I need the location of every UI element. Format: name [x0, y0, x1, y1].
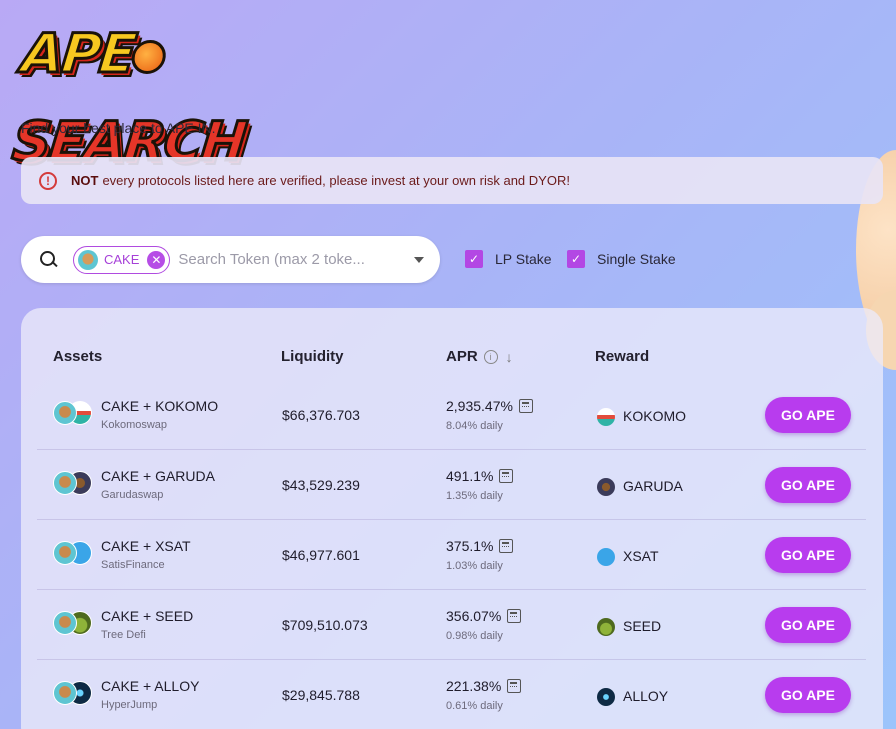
selected-token-chip[interactable]: CAKE ✕ [73, 245, 171, 274]
calculator-icon[interactable] [499, 539, 514, 553]
reward-token: SEED [623, 618, 662, 634]
warning-banner: ! NOT every protocols listed here are ve… [21, 157, 883, 204]
liquidity-value: $66,376.703 [282, 407, 360, 423]
pair-name: CAKE + ALLOY [101, 678, 200, 694]
apesearch-logo[interactable]: APESEARCH [8, 10, 326, 175]
liquidity-value: $29,845.788 [282, 687, 360, 703]
calculator-icon[interactable] [518, 399, 533, 413]
cake-token-icon [53, 541, 77, 565]
go-ape-button[interactable]: GO APE [765, 397, 851, 433]
dex-name: SatisFinance [101, 559, 165, 571]
garuda-reward-icon [597, 478, 615, 496]
pair-token-icons [53, 471, 93, 499]
pair-name: CAKE + XSAT [101, 538, 191, 554]
search-icon [39, 250, 59, 270]
calculator-icon[interactable] [507, 609, 522, 623]
daily-apr: 0.61% daily [446, 700, 503, 712]
liquidity-value: $709,510.073 [282, 617, 368, 633]
apr-value: 221.38% [446, 678, 522, 694]
logo-ball-icon [130, 40, 168, 75]
xsat-reward-icon [597, 548, 615, 566]
lp-stake-label: LP Stake [495, 251, 552, 267]
lp-stake-checkbox[interactable]: ✓ [465, 250, 483, 268]
dex-name: Tree Defi [101, 629, 146, 641]
go-ape-button[interactable]: GO APE [765, 467, 851, 503]
apr-text: 356.07% [446, 608, 502, 624]
dex-name: Kokomoswap [101, 419, 168, 431]
apr-value: 375.1% [446, 538, 514, 554]
kokomo-reward-icon [597, 408, 615, 426]
pair-token-icons [53, 541, 93, 569]
liquidity-value: $43,529.239 [282, 477, 360, 493]
calculator-icon[interactable] [507, 679, 522, 693]
cake-token-icon [53, 471, 77, 495]
apr-value: 491.1% [446, 468, 514, 484]
lp-stake-filter[interactable]: ✓ LP Stake [465, 250, 552, 268]
pair-name: CAKE + GARUDA [101, 468, 215, 484]
header-assets: Assets [53, 348, 103, 365]
header-reward: Reward [595, 348, 650, 365]
apr-text: 221.38% [446, 678, 502, 694]
reward-token: XSAT [623, 548, 659, 564]
daily-apr: 8.04% daily [446, 420, 503, 432]
header-liquidity[interactable]: Liquidity [281, 348, 344, 365]
token-search-box[interactable]: CAKE ✕ [21, 236, 440, 283]
warning-text: every protocols listed here are verified… [102, 173, 570, 188]
dex-name: HyperJump [101, 699, 158, 711]
table-row: CAKE + GARUDA Garudaswap $43,529.239 491… [37, 450, 866, 520]
single-stake-filter[interactable]: ✓ Single Stake [567, 250, 676, 268]
reward-token: KOKOMO [623, 408, 687, 424]
info-icon[interactable]: i [483, 349, 498, 364]
chip-remove-icon[interactable]: ✕ [147, 250, 166, 269]
pair-token-icons [53, 681, 93, 709]
tagline: Find your best place to APE IN. [21, 120, 216, 136]
single-stake-checkbox[interactable]: ✓ [567, 250, 585, 268]
chip-label: CAKE [104, 252, 140, 267]
alloy-reward-icon [597, 688, 615, 706]
chevron-down-icon[interactable] [414, 257, 424, 263]
apr-text: 491.1% [446, 468, 494, 484]
go-ape-button[interactable]: GO APE [765, 607, 851, 643]
alert-circle-icon: ! [39, 171, 57, 190]
table-row: CAKE + ALLOY HyperJump $29,845.788 221.3… [37, 660, 866, 729]
pair-name: CAKE + KOKOMO [101, 398, 219, 414]
header-apr[interactable]: APR i ↓ [446, 348, 513, 365]
logo-text-ape: APE [17, 21, 139, 87]
dex-name: Garudaswap [101, 489, 164, 501]
daily-apr: 1.35% daily [446, 490, 503, 502]
liquidity-value: $46,977.601 [282, 547, 360, 563]
apr-text: 375.1% [446, 538, 494, 554]
sort-arrow-down-icon[interactable]: ↓ [506, 349, 513, 365]
table-row: CAKE + XSAT SatisFinance $46,977.601 375… [37, 520, 866, 590]
apr-text: 2,935.47% [446, 398, 513, 414]
header-apr-label: APR [446, 348, 478, 365]
table-row: CAKE + KOKOMO Kokomoswap $66,376.703 2,9… [37, 380, 866, 450]
reward-token: GARUDA [623, 478, 683, 494]
cake-token-icon [53, 611, 77, 635]
token-search-input[interactable] [178, 251, 379, 268]
calculator-icon[interactable] [499, 469, 514, 483]
daily-apr: 1.03% daily [446, 560, 503, 572]
reward-token: ALLOY [623, 688, 669, 704]
pair-token-icons [53, 401, 93, 429]
cake-token-icon [78, 249, 98, 270]
go-ape-button[interactable]: GO APE [765, 677, 851, 713]
warning-bold: NOT [71, 173, 99, 188]
seed-reward-icon [597, 618, 615, 636]
pair-name: CAKE + SEED [101, 608, 194, 624]
go-ape-button[interactable]: GO APE [765, 537, 851, 573]
cake-token-icon [53, 681, 77, 705]
apr-value: 356.07% [446, 608, 522, 624]
single-stake-label: Single Stake [597, 251, 676, 267]
pair-token-icons [53, 611, 93, 639]
table-row: CAKE + SEED Tree Defi $709,510.073 356.0… [37, 590, 866, 660]
cake-token-icon [53, 401, 77, 425]
apr-value: 2,935.47% [446, 398, 533, 414]
daily-apr: 0.98% daily [446, 630, 503, 642]
